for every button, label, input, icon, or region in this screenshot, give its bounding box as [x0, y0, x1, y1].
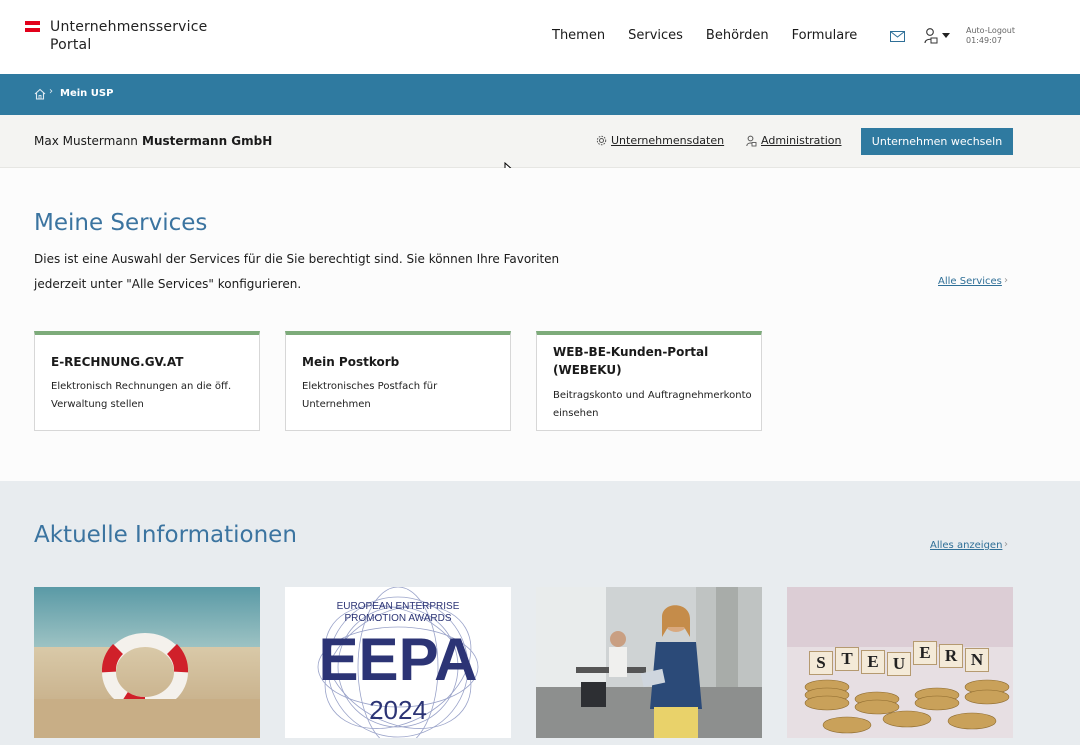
eepa-year: 2024 [369, 695, 427, 725]
service-card-title: E-RECHNUNG.GV.AT [51, 355, 184, 369]
austria-flag-icon [25, 21, 40, 33]
administration-link[interactable]: Administration [746, 134, 842, 147]
nav-services[interactable]: Services [628, 28, 683, 43]
nav-formulare[interactable]: Formulare [792, 28, 858, 43]
news-section: Aktuelle Informationen Alles anzeigen › [0, 481, 1080, 745]
administration-label: Administration [761, 134, 842, 147]
company-data-link[interactable]: Unternehmensdaten [596, 134, 724, 147]
logo-text: Unternehmensservice Portal [50, 18, 207, 54]
auto-logout-time: 01:49:07 [966, 36, 1002, 45]
logo-line-1: Unternehmensservice [50, 19, 208, 35]
auto-logout-label: Auto-Logout [966, 26, 1015, 35]
dice-letter: S [809, 651, 833, 675]
logo-line-2: Portal [50, 37, 92, 53]
services-intro-line-1: Dies ist eine Auswahl der Services für d… [34, 252, 560, 266]
services-title: Meine Services [34, 210, 208, 236]
user-icon[interactable] [924, 27, 938, 45]
mail-icon[interactable] [890, 31, 905, 42]
dice-letter: E [861, 650, 885, 674]
service-card-title: Mein Postkorb [302, 355, 400, 369]
chevron-right-icon: › [1004, 539, 1008, 550]
all-news-link[interactable]: Alles anzeigen [930, 540, 1002, 551]
company-name: Mustermann GmbH [142, 134, 273, 148]
auto-logout: Auto-Logout 01:49:07 [966, 26, 1015, 46]
dice-letter: N [965, 648, 989, 672]
user-admin-icon [746, 135, 757, 146]
news-image-steuern[interactable]: S T E U E R N [787, 587, 1013, 738]
site-header: Unternehmensservice Portal Themen Servic… [0, 0, 1080, 74]
service-card-desc-line-1: Elektronisch Rechnungen an die öff. [51, 381, 232, 392]
breadcrumb: › Mein USP [0, 74, 1080, 115]
service-card-title-line-1: WEB-BE-Kunden-Portal [553, 345, 709, 359]
service-card-desc-line-2: Unternehmen [302, 399, 371, 410]
eepa-subtitle: EUROPEAN ENTERPRISE PROMOTION AWARDS [285, 601, 511, 625]
all-services-link[interactable]: Alle Services [938, 276, 1002, 287]
services-intro-line-2: jederzeit unter "Alle Services" konfigur… [34, 277, 302, 291]
news-title: Aktuelle Informationen [34, 522, 297, 548]
services-intro: Dies ist eine Auswahl der Services für d… [34, 247, 574, 297]
caret-down-icon[interactable] [942, 33, 950, 38]
news-image-eepa[interactable]: EUROPEAN ENTERPRISE PROMOTION AWARDS EEP… [285, 587, 511, 738]
service-card-erechnung[interactable]: E-RECHNUNG.GV.AT Elektronisch Rechnungen… [34, 331, 260, 431]
nav-behoerden[interactable]: Behörden [706, 28, 769, 43]
nav-themen[interactable]: Themen [552, 28, 605, 43]
eepa-logo-text: EEPA [318, 626, 478, 693]
eepa-subtitle-line-2: PROMOTION AWARDS [344, 613, 452, 624]
breadcrumb-separator: › [49, 86, 53, 97]
service-card-desc-line-1: Elektronisches Postfach für [302, 381, 438, 392]
dice-letter: U [887, 652, 911, 676]
eepa-subtitle-line-1: EUROPEAN ENTERPRISE [336, 601, 460, 612]
steuern-dice: S T E U E R N [809, 641, 999, 677]
lifebuoy-beach-image [34, 587, 260, 738]
dice-letter: R [939, 644, 963, 668]
dice-letter: T [835, 647, 859, 671]
company-data-label: Unternehmensdaten [611, 134, 725, 147]
news-image-lifebuoy[interactable] [34, 587, 260, 738]
portal-logo[interactable]: Unternehmensservice Portal [25, 18, 207, 54]
user-name: Max Mustermann [34, 134, 138, 148]
service-card-title-line-2: (WEBEKU) [553, 363, 622, 377]
services-section: Meine Services Dies ist eine Auswahl der… [0, 168, 1080, 481]
gear-icon [596, 135, 607, 146]
office-woman-image [536, 587, 762, 738]
service-card-desc-line-1: Beitragskonto und Auftragnehmerkonto [553, 390, 752, 401]
main-navigation: Themen Services Behörden Formulare [552, 28, 880, 43]
news-image-office[interactable] [536, 587, 762, 738]
company-bar: Max Mustermann Mustermann GmbH Unternehm… [0, 115, 1080, 168]
chevron-right-icon: › [1004, 275, 1008, 286]
service-card-postkorb[interactable]: Mein Postkorb Elektronisches Postfach fü… [285, 331, 511, 431]
service-card-desc-line-2: einsehen [553, 408, 599, 419]
breadcrumb-current: Mein USP [60, 88, 114, 99]
switch-company-button[interactable]: Unternehmen wechseln [861, 128, 1013, 155]
service-card-desc-line-2: Verwaltung stellen [51, 399, 144, 410]
service-card-webeku[interactable]: WEB-BE-Kunden-Portal (WEBEKU) Beitragsko… [536, 331, 762, 431]
home-icon[interactable] [34, 88, 46, 100]
dice-letter: E [913, 641, 937, 665]
